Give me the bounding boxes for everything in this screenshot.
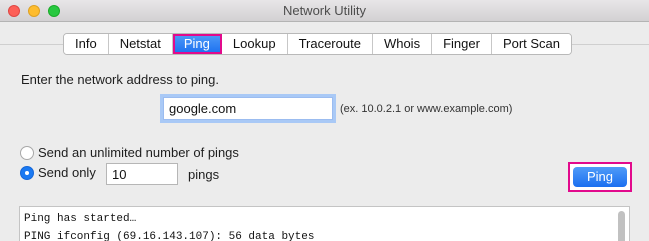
tab-bar: Info Netstat Ping Lookup Traceroute Whoi… [63, 33, 573, 55]
ping-button[interactable]: Ping [573, 167, 627, 187]
tab-finger[interactable]: Finger [432, 34, 492, 54]
address-hint: (ex. 10.0.2.1 or www.example.com) [340, 103, 513, 115]
output-line: Ping has started… [24, 213, 137, 225]
ping-button-frame: Ping [568, 162, 632, 192]
ping-output[interactable]: Ping has started… PING ifconfig (69.16.1… [19, 206, 630, 241]
ping-count-input[interactable] [106, 163, 178, 185]
pings-suffix-label: pings [188, 167, 220, 182]
tab-lookup[interactable]: Lookup [221, 34, 288, 54]
output-scrollbar[interactable] [618, 211, 625, 241]
tab-port-scan[interactable]: Port Scan [491, 34, 572, 54]
tab-info[interactable]: Info [64, 34, 109, 54]
output-line: PING ifconfig (69.16.143.107): 56 data b… [24, 231, 315, 241]
address-prompt: Enter the network address to ping. [21, 72, 220, 87]
unlimited-pings-label: Send an unlimited number of pings [38, 145, 239, 160]
unlimited-pings-radio[interactable] [20, 145, 34, 160]
send-only-label: Send only [38, 165, 96, 180]
tab-whois[interactable]: Whois [372, 34, 433, 54]
tab-ping[interactable]: Ping [172, 34, 222, 54]
title-bar: Network Utility [0, 0, 649, 22]
tab-traceroute[interactable]: Traceroute [287, 34, 373, 54]
unlimited-pings-option[interactable]: Send an unlimited number of pings [20, 145, 239, 160]
send-only-radio[interactable] [20, 165, 34, 180]
address-input[interactable] [163, 97, 333, 120]
tab-netstat[interactable]: Netstat [108, 34, 173, 54]
send-only-option[interactable]: Send only [20, 165, 96, 180]
window-title: Network Utility [282, 3, 367, 18]
